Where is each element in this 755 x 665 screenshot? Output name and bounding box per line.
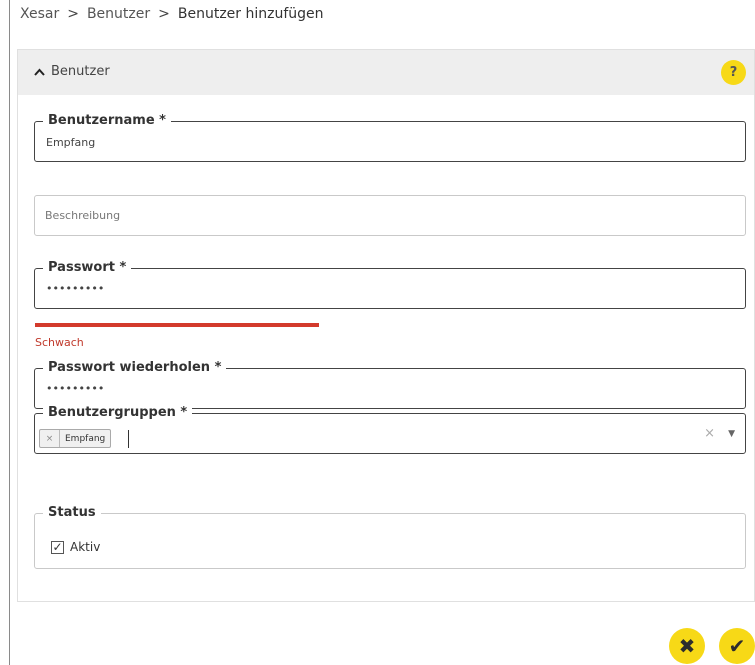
password-strength-label: Schwach	[35, 336, 84, 349]
username-field[interactable]: Benutzername * Empfang	[34, 113, 746, 162]
check-icon: ✔	[728, 634, 746, 658]
breadcrumb-item-xesar[interactable]: Xesar	[20, 6, 59, 22]
user-groups-field[interactable]: Benutzergruppen * × Empfang × ▼	[34, 405, 746, 454]
password-field[interactable]: Passwort * •••••••••	[34, 260, 746, 309]
description-placeholder: Beschreibung	[45, 209, 121, 222]
username-value[interactable]: Empfang	[46, 136, 95, 149]
active-checkbox[interactable]: ✓	[51, 540, 64, 554]
breadcrumb: Xesar > Benutzer > Benutzer hinzufügen	[20, 6, 324, 22]
password-strength-bar	[35, 323, 319, 327]
username-label: Benutzername *	[43, 113, 171, 129]
active-checkbox-label[interactable]: Aktiv	[70, 540, 100, 554]
user-groups-label: Benutzergruppen *	[43, 405, 193, 421]
panel-title-label: Benutzer	[51, 64, 110, 79]
panel-title[interactable]: Benutzer	[34, 64, 110, 79]
status-group: Status ✓ Aktiv	[34, 505, 746, 569]
password-label: Passwort *	[43, 260, 132, 276]
window-left-edge	[9, 0, 10, 665]
user-group-tag: × Empfang	[39, 429, 112, 448]
text-cursor	[128, 430, 129, 448]
panel-header[interactable]: Benutzer ?	[18, 50, 754, 95]
breadcrumb-item-current: Benutzer hinzufügen	[177, 6, 324, 22]
password-repeat-label: Passwort wiederholen *	[43, 360, 227, 376]
password-repeat-field[interactable]: Passwort wiederholen * •••••••••	[34, 360, 746, 409]
user-group-tag-label: Empfang	[65, 433, 106, 444]
breadcrumb-separator: >	[67, 6, 79, 22]
confirm-button[interactable]: ✔	[719, 628, 755, 664]
chevron-down-icon[interactable]: ▼	[728, 429, 735, 439]
tag-remove-icon[interactable]: ×	[40, 430, 60, 447]
chevron-up-icon[interactable]	[34, 65, 45, 79]
password-value[interactable]: •••••••••	[46, 282, 104, 295]
cancel-button[interactable]: ✖	[669, 628, 705, 664]
active-checkbox-row[interactable]: ✓ Aktiv	[51, 540, 100, 554]
breadcrumb-item-benutzer[interactable]: Benutzer	[87, 6, 150, 22]
close-icon: ✖	[678, 634, 696, 658]
help-button[interactable]: ?	[721, 60, 746, 85]
description-field[interactable]: Beschreibung	[34, 195, 746, 236]
status-label: Status	[43, 505, 101, 521]
clear-selection-icon[interactable]: ×	[704, 426, 715, 441]
breadcrumb-separator: >	[158, 6, 170, 22]
password-repeat-value[interactable]: •••••••••	[46, 382, 104, 395]
